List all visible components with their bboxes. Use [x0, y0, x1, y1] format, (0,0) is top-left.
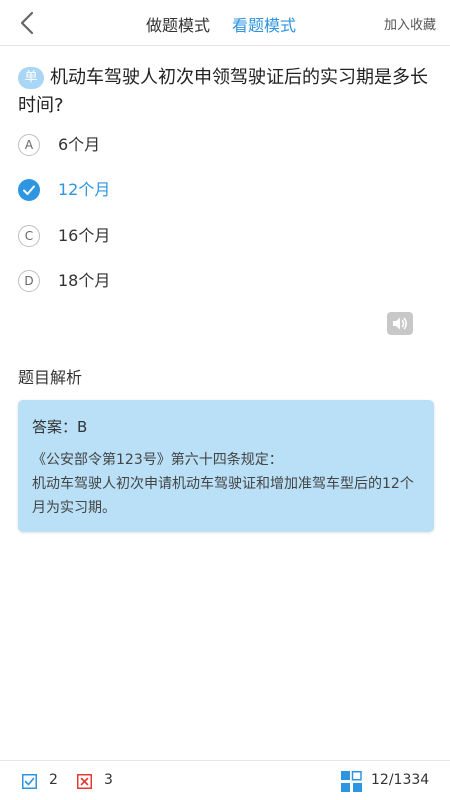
- speaker-icon: [393, 317, 408, 330]
- grid-icon: [341, 771, 362, 792]
- question-text: 机动车驾驶人初次申领驾驶证后的实习期是多长时间?: [18, 67, 428, 116]
- explanation-line-1: 《公安部令第123号》第六十四条规定：: [32, 452, 283, 468]
- check-circle-icon: [18, 179, 40, 201]
- option-text: 16个月: [58, 226, 111, 245]
- answer-line: 答案：B: [32, 418, 88, 436]
- explanation-line-2: 机动车驾驶人初次申请机动车驾驶证和增加准驾车型后的12个月为实习期。: [32, 476, 414, 516]
- tab-view-mode[interactable]: 看题模式: [232, 12, 296, 36]
- option-letter-circle: D: [18, 270, 40, 292]
- speaker-button[interactable]: [387, 312, 413, 335]
- option-text: 18个月: [58, 271, 111, 290]
- explanation-text: 《公安部令第123号》第六十四条规定： 机动车驾驶人初次申请机动车驾驶证和增加准…: [32, 448, 424, 520]
- back-button[interactable]: [14, 9, 42, 37]
- option-text: 6个月: [58, 135, 101, 154]
- wrong-answers-button[interactable]: [77, 774, 92, 789]
- checkbox-x-icon: [77, 774, 92, 789]
- option-text: 12个月: [58, 180, 111, 199]
- add-favorite-button[interactable]: 加入收藏: [384, 14, 436, 33]
- checkbox-check-icon: [22, 774, 37, 789]
- analysis-heading: 题目解析: [18, 368, 83, 387]
- question-type-badge: 单: [18, 67, 44, 89]
- right-answers-button[interactable]: [22, 774, 37, 789]
- tab-practice-mode[interactable]: 做题模式: [146, 12, 210, 36]
- bottom-bar: 2 3 12/1334: [0, 760, 450, 800]
- option-letter-circle: C: [18, 225, 40, 247]
- option-b[interactable]: 12个月: [18, 177, 318, 205]
- progress-counter[interactable]: 12/1334: [371, 772, 429, 788]
- option-a[interactable]: A 6个月: [18, 132, 318, 160]
- option-letter-circle: A: [18, 134, 40, 156]
- option-c[interactable]: C 16个月: [18, 223, 318, 251]
- question-text-block: 单机动车驾驶人初次申领驾驶证后的实习期是多长时间?: [18, 64, 438, 120]
- wrong-count: 3: [104, 772, 113, 788]
- chevron-left-icon: [20, 11, 34, 35]
- question-grid-button[interactable]: [341, 771, 362, 792]
- analysis-card: 答案：B 《公安部令第123号》第六十四条规定： 机动车驾驶人初次申请机动车驾驶…: [18, 400, 434, 532]
- right-count: 2: [49, 772, 58, 788]
- top-bar: 做题模式 看题模式 加入收藏: [0, 0, 450, 46]
- option-d[interactable]: D 18个月: [18, 268, 318, 296]
